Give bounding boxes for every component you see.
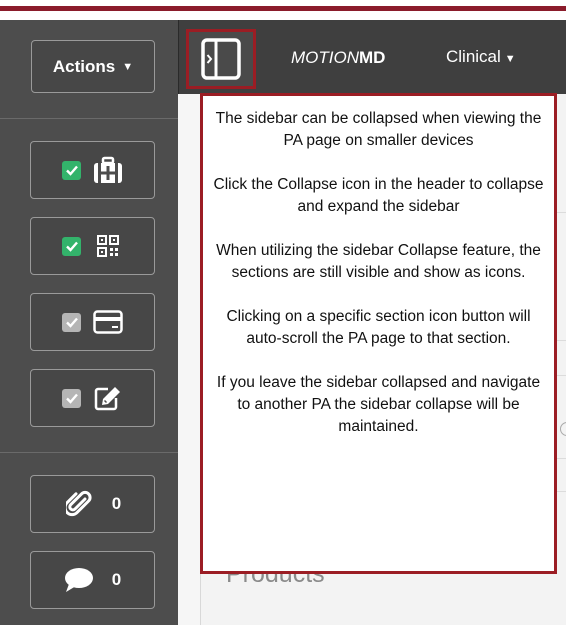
actions-button[interactable]: Actions ▼ — [31, 40, 155, 93]
clinical-menu-label: Clinical — [446, 47, 501, 66]
actions-label: Actions — [52, 56, 116, 76]
tooltip-paragraph: If you leave the sidebar collapsed and n… — [216, 374, 541, 435]
tooltip-paragraph: Click the Collapse icon in the header to… — [213, 176, 544, 215]
check-icon — [62, 312, 81, 332]
row-divider — [556, 491, 566, 492]
section-button-medical[interactable] — [30, 141, 155, 199]
row-divider — [556, 340, 566, 341]
section-button-card[interactable] — [30, 293, 155, 351]
brand-part-2: MD — [359, 48, 386, 67]
medical-kit-icon — [93, 155, 123, 185]
paperclip-icon — [64, 489, 94, 519]
section-button-edit[interactable] — [30, 369, 155, 427]
qr-code-icon — [93, 231, 123, 261]
check-icon — [62, 160, 81, 180]
tooltip-paragraph: The sidebar can be collapsed when viewin… — [215, 110, 542, 149]
top-strip — [0, 0, 566, 14]
sidebar-divider — [0, 118, 178, 119]
sidebar: Actions ▼ 0 0 — [0, 20, 178, 625]
content-gutter — [178, 94, 200, 625]
row-divider — [556, 458, 566, 459]
tooltip-paragraph: When utilizing the sidebar Collapse feat… — [216, 242, 541, 281]
sidebar-collapse-icon — [201, 38, 241, 80]
collapse-sidebar-button[interactable] — [186, 29, 256, 89]
tooltip-paragraph: Clicking on a specific section icon butt… — [226, 308, 531, 347]
row-divider — [556, 375, 566, 376]
edit-icon — [93, 383, 123, 413]
attachments-button[interactable]: 0 — [30, 475, 155, 533]
help-tooltip: The sidebar can be collapsed when viewin… — [200, 93, 557, 574]
comments-count: 0 — [111, 570, 122, 589]
section-button-qr[interactable] — [30, 217, 155, 275]
check-icon — [62, 236, 81, 256]
comment-icon — [64, 565, 94, 595]
comments-button[interactable]: 0 — [30, 551, 155, 609]
attachments-count: 0 — [111, 494, 122, 513]
brand-part-1: MOTION — [291, 48, 359, 67]
credit-card-icon — [93, 307, 123, 337]
clinical-menu[interactable]: Clinical ▼ — [446, 47, 516, 67]
brand-band — [0, 6, 566, 11]
row-divider — [556, 212, 566, 213]
brand-logo[interactable]: MOTIONMD — [291, 48, 385, 68]
sidebar-divider — [0, 452, 178, 453]
caret-down-icon: ▼ — [122, 60, 134, 73]
check-icon — [62, 388, 81, 408]
caret-down-icon: ▼ — [504, 53, 516, 65]
